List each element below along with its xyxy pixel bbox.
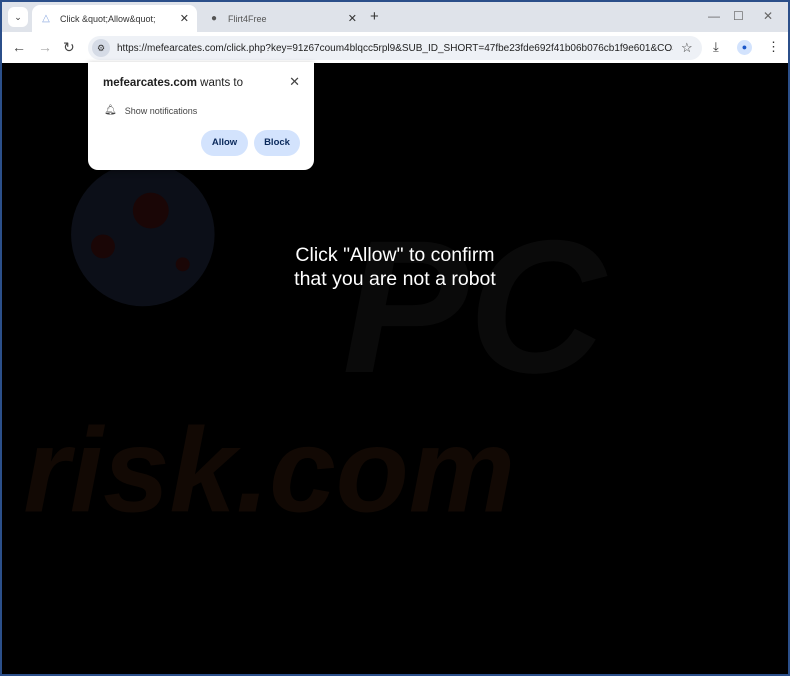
- tab-active[interactable]: △ Click &quot;Allow&quot; ✕: [32, 5, 197, 32]
- message-line-1: Click "Allow" to confirm: [295, 244, 495, 266]
- tab-title: Flirt4Free: [228, 13, 267, 24]
- message-line-2: that you are not a robot: [294, 268, 496, 290]
- close-popup-icon[interactable]: ✕: [289, 74, 300, 90]
- toolbar: ← → ↻ ⚙ https://mefearcates.com/click.ph…: [2, 32, 788, 63]
- permission-row: 🔔︎ Show notifications: [104, 105, 197, 116]
- close-tab-icon[interactable]: ✕: [348, 12, 357, 25]
- tab-flirt4free[interactable]: ● Flirt4Free ✕: [200, 5, 365, 32]
- loading-icon: △: [42, 13, 50, 24]
- watermark-pc: PC: [342, 202, 607, 413]
- close-tab-icon[interactable]: ✕: [180, 12, 189, 25]
- notification-permission-popup: mefearcates.com wants to ✕ 🔔︎ Show notifi…: [88, 62, 314, 170]
- reload-icon[interactable]: ↻: [63, 39, 75, 56]
- minimize-icon[interactable]: —: [708, 9, 720, 23]
- bell-icon: 🔔︎: [104, 105, 117, 116]
- forward-icon[interactable]: →: [38, 39, 52, 55]
- profile-avatar[interactable]: ●: [737, 40, 752, 55]
- menu-icon[interactable]: ⋮: [767, 39, 780, 55]
- bookmark-star-icon[interactable]: ☆: [681, 40, 693, 56]
- permission-label: Show notifications: [124, 105, 198, 116]
- robot-message: Click "Allow" to confirm that you are no…: [2, 243, 788, 291]
- popup-site: mefearcates.com: [103, 77, 197, 89]
- popup-title: mefearcates.com wants to: [103, 77, 243, 89]
- tab-bar: ⌄ △ Click &quot;Allow&quot; ✕ ● Flirt4Fr…: [2, 2, 788, 32]
- download-icon[interactable]: ⤓: [713, 39, 719, 55]
- browser-window: ⌄ △ Click &quot;Allow&quot; ✕ ● Flirt4Fr…: [2, 2, 788, 674]
- block-button[interactable]: Block: [254, 130, 300, 156]
- site-info-icon[interactable]: ⚙: [92, 39, 110, 57]
- watermark-text: risk.com: [23, 405, 515, 538]
- allow-button[interactable]: Allow: [201, 130, 248, 156]
- address-bar[interactable]: ⚙ https://mefearcates.com/click.php?key=…: [88, 36, 702, 60]
- maximize-icon[interactable]: ☐: [733, 9, 744, 23]
- popup-wants: wants to: [196, 77, 244, 89]
- new-tab-button[interactable]: +: [370, 8, 379, 25]
- tab-title: Click &quot;Allow&quot;: [60, 13, 156, 24]
- site-favicon-icon: ●: [210, 13, 218, 24]
- url-text[interactable]: https://mefearcates.com/click.php?key=91…: [117, 43, 673, 54]
- tab-search-button[interactable]: ⌄: [8, 7, 28, 27]
- close-window-icon[interactable]: ✕: [763, 9, 773, 23]
- back-icon[interactable]: ←: [12, 39, 26, 55]
